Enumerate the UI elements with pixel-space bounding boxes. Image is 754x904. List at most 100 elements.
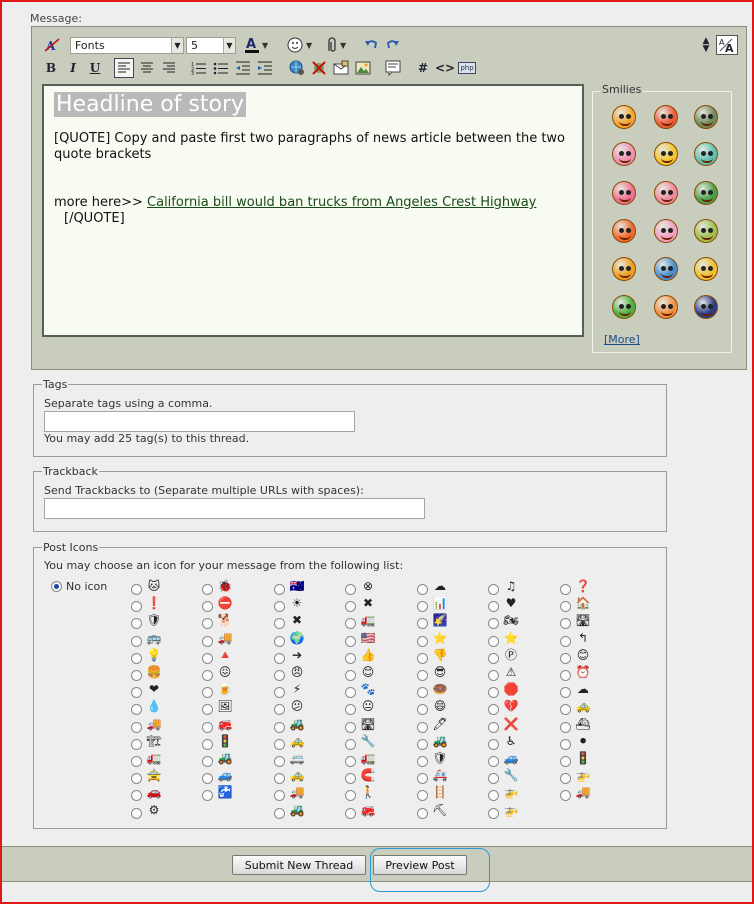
attach-icon[interactable]: ▼ — [322, 35, 350, 55]
post-icon-radio[interactable] — [202, 652, 213, 664]
post-icon-radio[interactable] — [560, 670, 571, 681]
post-icon-radio[interactable] — [345, 756, 356, 767]
tags-input[interactable] — [44, 411, 355, 432]
post-icon-radio[interactable] — [345, 721, 356, 733]
no-icon-radio[interactable] — [51, 581, 62, 592]
remove-format-icon[interactable]: A — [42, 35, 62, 55]
article-link[interactable]: California bill would ban trucks from An… — [147, 195, 536, 210]
smiley-icon[interactable] — [694, 257, 718, 281]
post-icon-radio[interactable] — [488, 738, 499, 750]
smiley-icon[interactable] — [654, 257, 678, 281]
post-icon-radio[interactable] — [417, 738, 428, 750]
post-icon-radio[interactable] — [274, 584, 285, 595]
smiley-icon[interactable] — [694, 181, 718, 205]
insert-email-icon[interactable] — [332, 58, 350, 78]
font-select[interactable]: Fonts ▼ — [70, 37, 184, 54]
post-icon-radio[interactable] — [274, 670, 285, 681]
smiley-icon[interactable] — [612, 219, 636, 243]
post-icon-radio[interactable] — [202, 635, 213, 647]
smiley-icon[interactable] — [694, 219, 718, 243]
redo-icon[interactable] — [384, 35, 402, 55]
post-icon-radio[interactable] — [417, 721, 428, 733]
message-textarea[interactable]: Headline of story [QUOTE] Copy and paste… — [42, 84, 584, 337]
smiley-icon[interactable] — [612, 181, 636, 205]
more-smilies-link[interactable]: [More] — [604, 333, 640, 346]
underline-button[interactable]: U — [86, 58, 104, 78]
post-icon-radio[interactable] — [274, 721, 285, 733]
post-icon-radio[interactable] — [417, 584, 428, 595]
post-icon-radio[interactable] — [560, 756, 571, 767]
size-select[interactable]: 5 ▼ — [186, 37, 236, 54]
post-icon-radio[interactable] — [560, 584, 571, 595]
post-icon-radio[interactable] — [488, 807, 499, 819]
post-icon-radio[interactable] — [488, 635, 499, 647]
smiley-icon[interactable] — [654, 105, 678, 129]
post-icon-radio[interactable] — [274, 635, 285, 647]
align-right-icon[interactable] — [160, 58, 178, 78]
post-icon-radio[interactable] — [274, 807, 285, 819]
post-icon-radio[interactable] — [274, 756, 285, 767]
preview-post-button[interactable]: Preview Post — [373, 855, 467, 875]
post-icon-radio[interactable] — [131, 807, 142, 819]
wrap-code-button[interactable]: # — [414, 58, 432, 78]
insert-link-icon[interactable] — [288, 58, 306, 78]
smiley-icon[interactable] — [654, 219, 678, 243]
post-icon-radio[interactable] — [345, 807, 356, 819]
post-icon-radio[interactable] — [488, 652, 499, 664]
smiley-icon[interactable] — [694, 142, 718, 166]
post-icon-radio[interactable] — [131, 652, 142, 664]
smiley-icon[interactable] — [612, 295, 636, 319]
post-icon-radio[interactable] — [488, 721, 499, 733]
ordered-list-icon[interactable]: 123 — [190, 58, 208, 78]
post-icon-radio[interactable] — [488, 756, 499, 767]
post-icon-radio[interactable] — [131, 721, 142, 733]
smiley-icon[interactable] — [654, 181, 678, 205]
wrap-html-button[interactable]: <> — [435, 58, 455, 78]
smiley-icon[interactable] — [612, 257, 636, 281]
post-icon-radio[interactable] — [488, 584, 499, 595]
post-icon-radio[interactable] — [488, 670, 499, 681]
post-icon-radio[interactable] — [560, 738, 571, 750]
post-icon-radio[interactable] — [131, 635, 142, 647]
post-icon-radio[interactable] — [560, 635, 571, 647]
post-icon-radio[interactable] — [417, 635, 428, 647]
smiley-icon[interactable] — [612, 105, 636, 129]
post-icon-radio[interactable] — [131, 756, 142, 767]
more-smilies-text[interactable]: [More] — [604, 333, 640, 346]
post-icon-radio[interactable] — [345, 738, 356, 750]
post-icon-radio[interactable] — [274, 652, 285, 664]
undo-icon[interactable] — [362, 35, 380, 55]
post-icon-radio[interactable] — [202, 738, 213, 750]
post-icon-radio[interactable] — [560, 721, 571, 733]
wrap-php-button[interactable]: php — [458, 58, 476, 78]
smiley-icon[interactable] — [694, 295, 718, 319]
post-icon-radio[interactable] — [417, 756, 428, 767]
align-center-icon[interactable] — [138, 58, 156, 78]
post-icon-radio[interactable] — [131, 738, 142, 750]
unordered-list-icon[interactable] — [212, 58, 230, 78]
post-icon-radio[interactable] — [345, 584, 356, 595]
switch-editor-mode-icon[interactable]: AA — [716, 35, 738, 55]
italic-button[interactable]: I — [64, 58, 82, 78]
text-color-button[interactable]: A ▼ — [242, 35, 272, 55]
post-icon-radio[interactable] — [202, 721, 213, 733]
remove-link-icon[interactable] — [310, 58, 328, 78]
smiley-icon[interactable] — [654, 295, 678, 319]
align-left-icon[interactable] — [114, 58, 134, 78]
post-icon-radio[interactable] — [202, 756, 213, 767]
smiley-icon[interactable] — [694, 105, 718, 129]
post-icon-radio[interactable] — [417, 652, 428, 664]
insert-image-icon[interactable] — [354, 58, 372, 78]
post-icon-radio[interactable] — [131, 670, 142, 681]
post-icon-radio[interactable] — [202, 670, 213, 681]
smiley-icon[interactable] — [612, 142, 636, 166]
post-icon-radio[interactable] — [417, 807, 428, 819]
post-icon-radio[interactable] — [560, 652, 571, 664]
indent-icon[interactable] — [256, 58, 274, 78]
smiley-menu-button[interactable]: ▼ — [286, 35, 316, 55]
submit-new-thread-button[interactable]: Submit New Thread — [232, 855, 366, 875]
post-icon-radio[interactable] — [345, 652, 356, 664]
smiley-icon[interactable] — [654, 142, 678, 166]
post-icon-radio[interactable] — [131, 584, 142, 595]
post-icon-radio[interactable] — [274, 738, 285, 750]
